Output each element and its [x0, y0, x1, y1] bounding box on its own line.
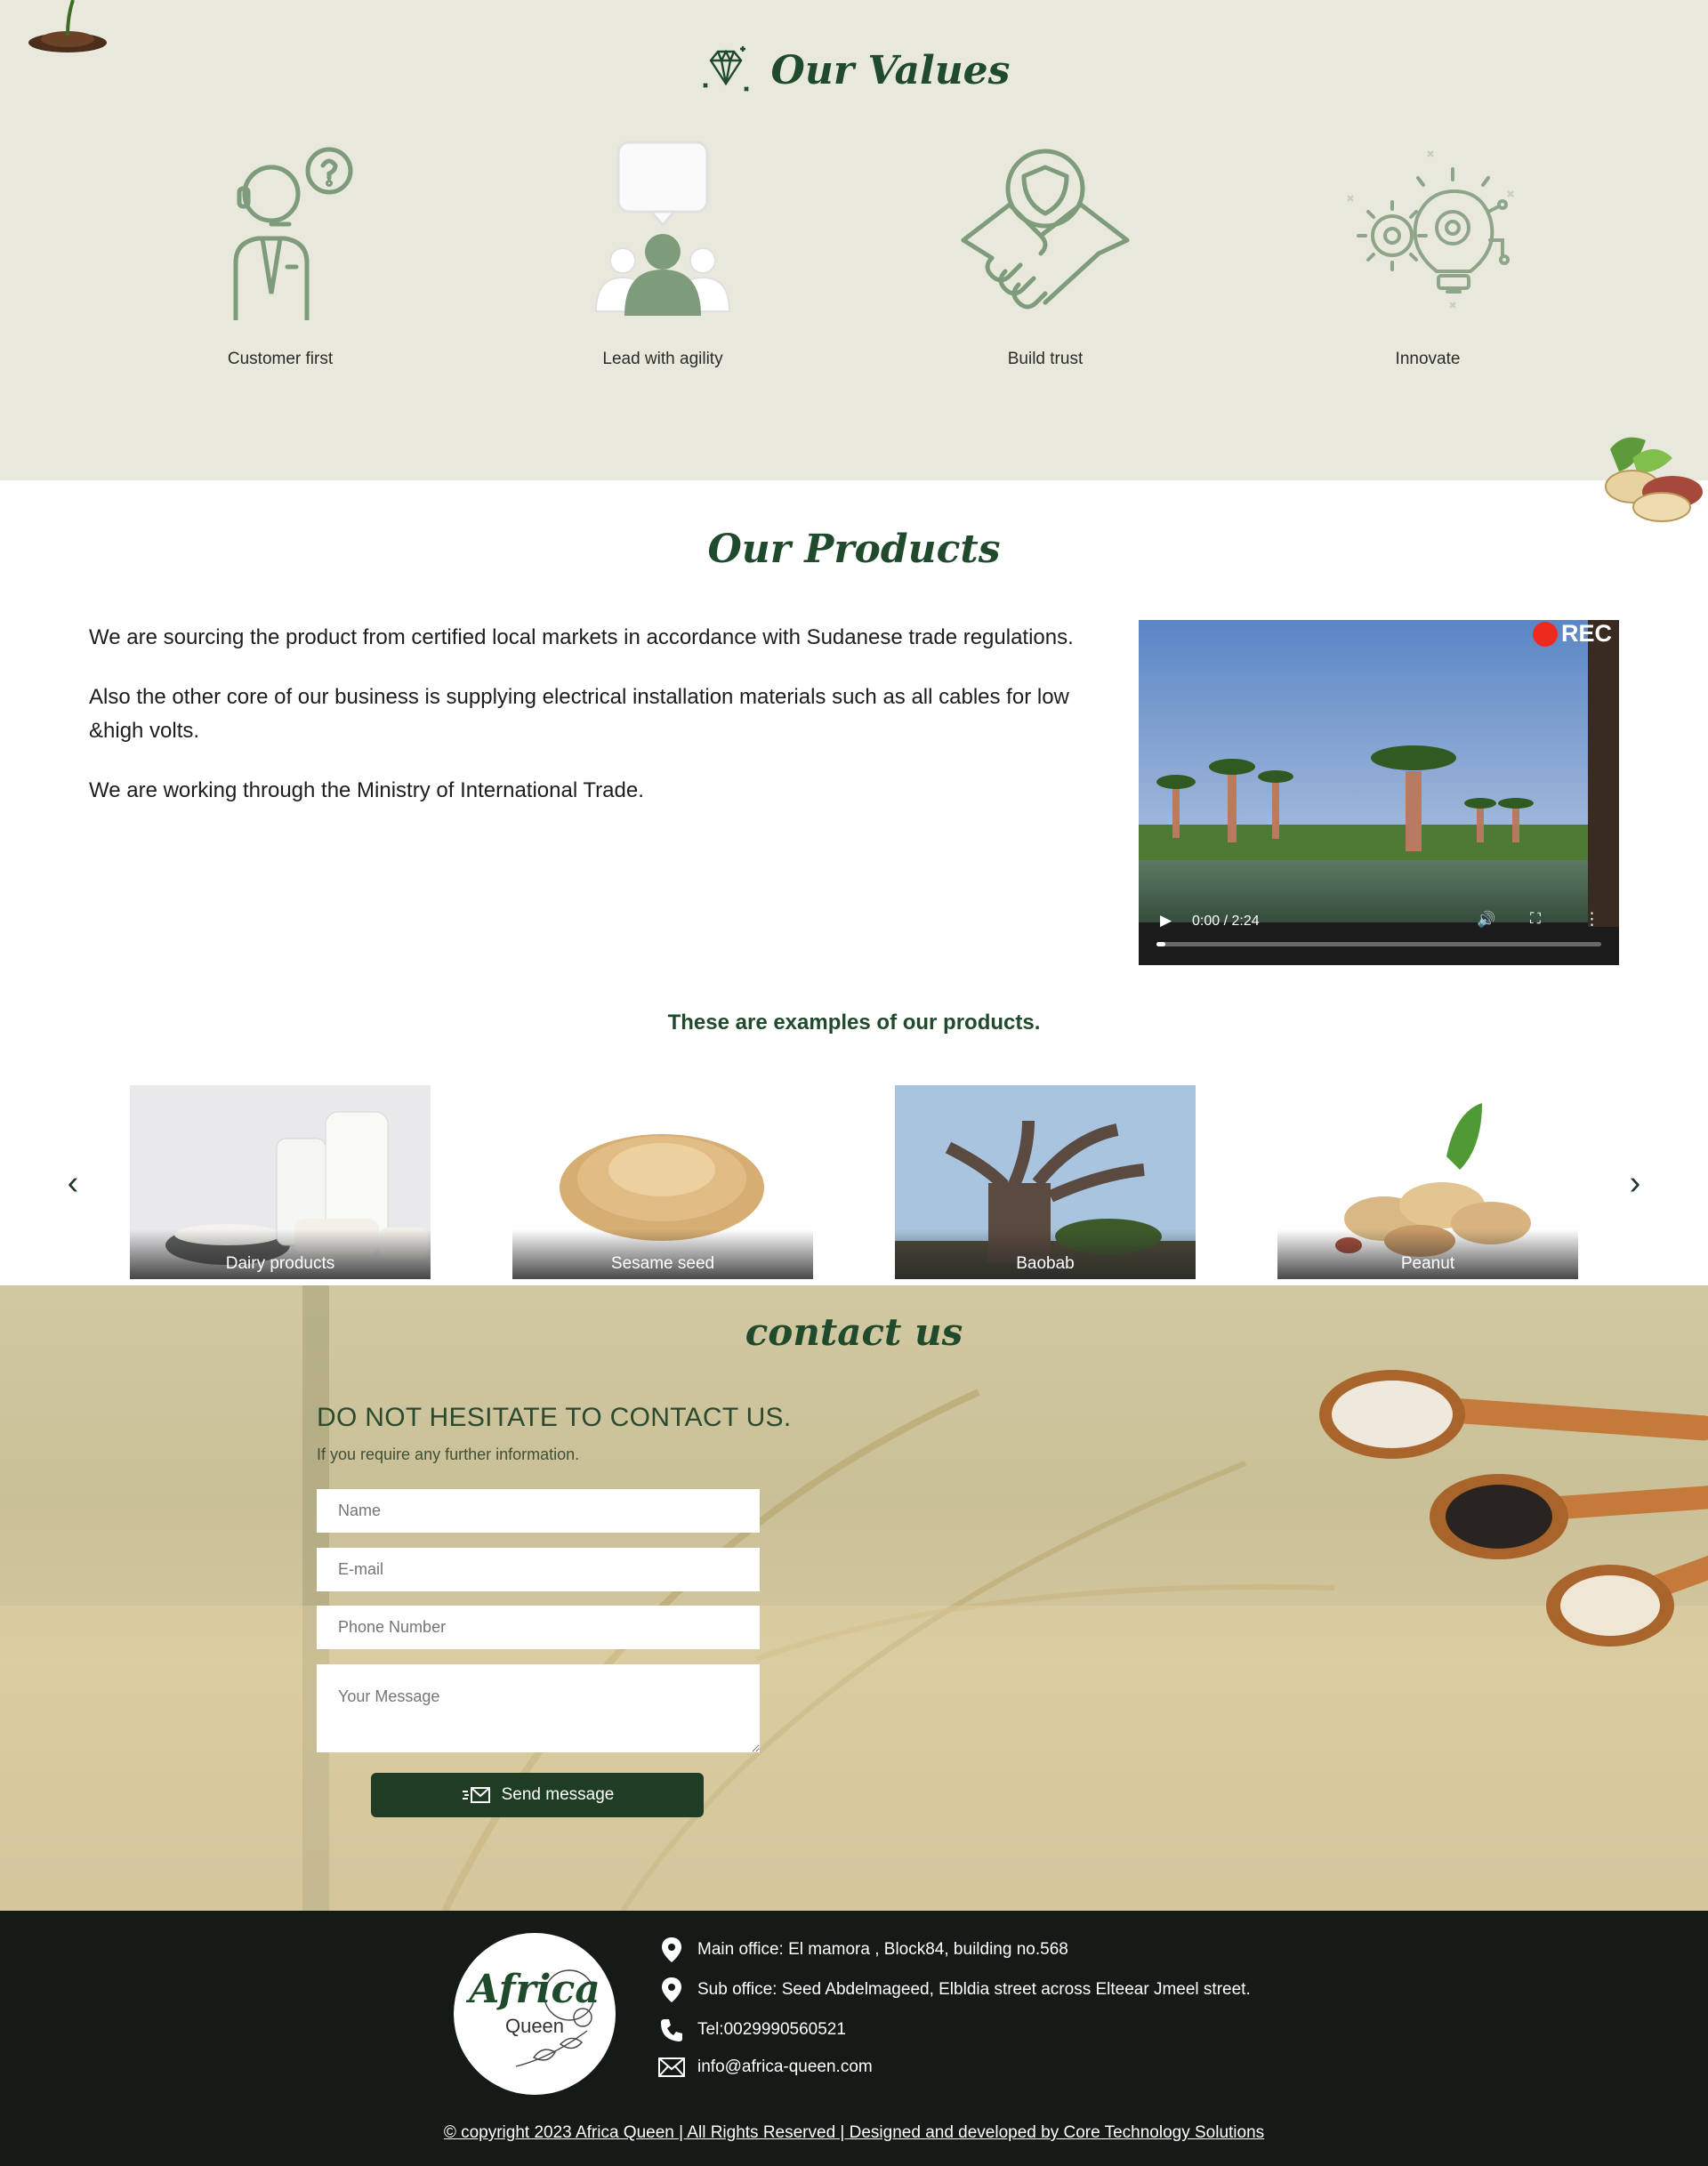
handshake-shield-icon: [961, 149, 1130, 310]
location-pin-icon: [658, 1937, 685, 1962]
values-title-row: Our Values: [0, 43, 1708, 98]
contact-heading: DO NOT HESITATE TO CONTACT US.: [317, 1403, 792, 1432]
value-build-trust: Build trust: [930, 138, 1161, 369]
sub-office-row: Sub office: Seed Abdelmageed, Elbldia st…: [658, 1977, 1251, 2002]
product-video-player[interactable]: REC ▶ 0:00 / 2:24 🔊 ⛶ ⋮: [1139, 620, 1619, 965]
product-caption: Sesame seed: [512, 1229, 813, 1279]
product-caption: Baobab: [895, 1229, 1196, 1279]
copyright-link[interactable]: © copyright 2023 Africa Queen | All Righ…: [0, 2123, 1708, 2143]
product-card-sesame[interactable]: Sesame seed: [512, 1085, 813, 1279]
play-icon[interactable]: ▶: [1160, 912, 1172, 930]
volume-icon[interactable]: 🔊: [1477, 911, 1495, 929]
recording-label: REC: [1560, 620, 1612, 647]
contact-subheading: If you require any further information.: [317, 1445, 580, 1463]
more-options-icon[interactable]: ⋮: [1583, 909, 1600, 930]
floral-ornament-icon: [515, 1969, 595, 2067]
video-time: 0:00 / 2:24: [1192, 914, 1260, 929]
customer-support-icon: [233, 147, 353, 320]
video-progress-fill: [1156, 942, 1165, 946]
contact-title: contact us: [745, 1310, 963, 1354]
spoons-with-seeds-decoration: [1319, 1370, 1708, 1647]
peanut-decoration: [1605, 437, 1703, 522]
main-office-text: Main office: El mamora , Block84, buildi…: [697, 1940, 1068, 1959]
products-description: We are sourcing the product from certifi…: [89, 621, 1103, 833]
sub-office-text: Sub office: Seed Abdelmageed, Elbldia st…: [697, 1980, 1251, 1999]
products-paragraph: We are sourcing the product from certifi…: [89, 625, 1074, 649]
carousel-prev-button[interactable]: ‹: [55, 1165, 91, 1201]
location-pin-icon: [658, 1977, 685, 2002]
message-textarea[interactable]: [317, 1664, 760, 1752]
logo-subtitle: Queen: [504, 2015, 565, 2037]
products-paragraph: We are working through the Ministry of I…: [89, 778, 644, 802]
record-dot-icon: [1532, 621, 1558, 647]
product-card-dairy[interactable]: Dairy products: [130, 1085, 431, 1279]
diamond-icon: [702, 46, 749, 92]
logo-wordmark: Africa: [469, 1967, 600, 2012]
fullscreen-icon[interactable]: ⛶: [1530, 910, 1541, 928]
value-innovate: Innovate: [1312, 138, 1543, 369]
email-row[interactable]: info@africa-queen.com: [658, 2057, 873, 2077]
main-office-row: Main office: El mamora , Block84, buildi…: [658, 1937, 1068, 1962]
product-card-baobab[interactable]: Baobab: [895, 1085, 1196, 1279]
examples-label: These are examples of our products.: [667, 1011, 1041, 1035]
products-title: Our Products: [707, 527, 1001, 572]
value-lead-with-agility: Lead with agility: [547, 138, 778, 369]
video-progress-bar[interactable]: [1156, 942, 1601, 946]
value-label: Customer first: [227, 350, 334, 368]
products-paragraph: Also the other core of our business is s…: [89, 685, 1069, 743]
phone-input[interactable]: [317, 1606, 760, 1649]
values-title: Our Values: [770, 47, 1011, 93]
phone-row[interactable]: Tel:0029990560521: [658, 2017, 846, 2042]
name-input[interactable]: [317, 1489, 760, 1533]
lightbulb-gear-icon: [1347, 150, 1514, 309]
email-text[interactable]: info@africa-queen.com: [697, 2057, 873, 2077]
africa-queen-logo[interactable]: Africa Queen: [454, 1933, 616, 2095]
phone-icon: [658, 2017, 685, 2042]
carousel-next-button[interactable]: ›: [1617, 1165, 1653, 1201]
product-caption: Dairy products: [130, 1229, 431, 1279]
send-message-label: Send message: [501, 1785, 615, 1804]
value-label: Lead with agility: [602, 350, 723, 368]
values-section: Our Values Customer first Lead with agil…: [0, 0, 1708, 480]
contact-section: contact us DO NOT HESITATE TO CONTACT US…: [0, 1285, 1708, 1911]
value-customer-first: Customer first: [165, 138, 396, 369]
product-caption: Peanut: [1277, 1229, 1578, 1279]
value-label: Build trust: [1007, 350, 1084, 368]
products-section: Our Products We are sourcing the product…: [0, 480, 1708, 1285]
envelope-icon: [658, 2057, 685, 2077]
leader-speech-icon: [594, 141, 731, 316]
video-controls: ▶ 0:00 / 2:24 🔊 ⛶ ⋮: [1139, 894, 1619, 965]
send-mail-icon: [462, 1787, 490, 1803]
product-card-peanut[interactable]: Peanut: [1277, 1085, 1578, 1279]
recording-badge: REC: [1532, 620, 1612, 648]
value-label: Innovate: [1395, 350, 1461, 368]
phone-text[interactable]: Tel:0029990560521: [697, 2020, 846, 2040]
send-message-button[interactable]: Send message: [371, 1773, 704, 1817]
email-input[interactable]: [317, 1548, 760, 1591]
